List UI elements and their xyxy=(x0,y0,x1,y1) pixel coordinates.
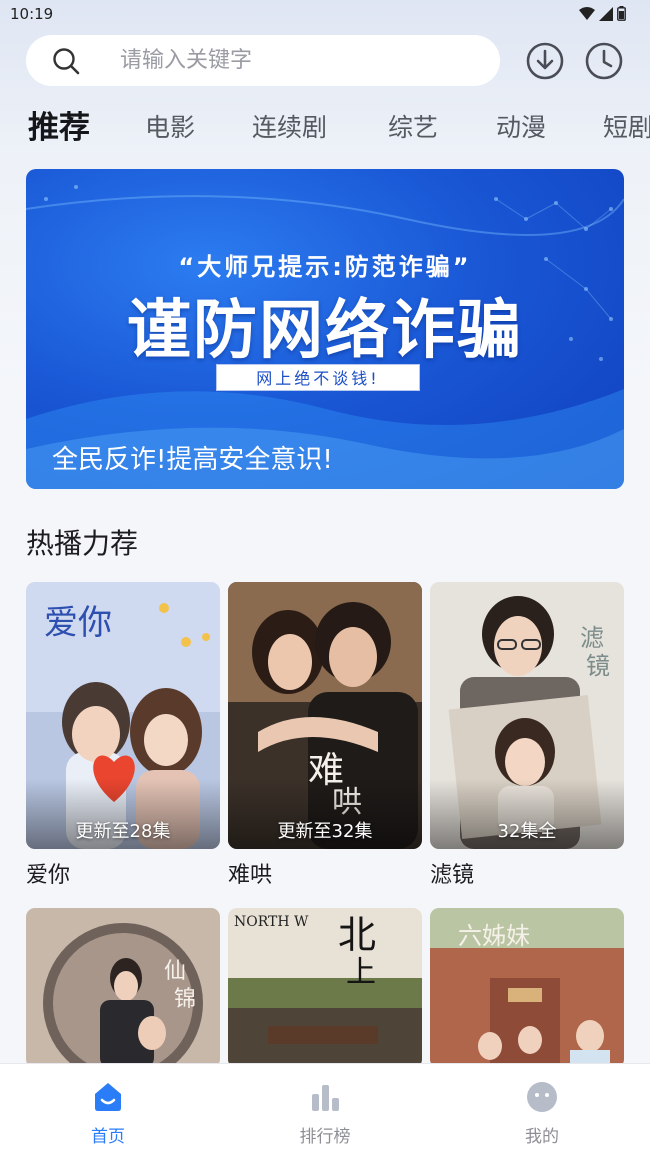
drama-poster[interactable]: NORTH W 北 上 xyxy=(228,908,422,1068)
home-icon xyxy=(95,1083,121,1111)
wifi-icon xyxy=(579,6,595,20)
banner-tag: 网上绝不谈钱! xyxy=(216,364,420,391)
drama-poster[interactable]: 仙 锦 xyxy=(26,908,220,1068)
nav-profile-label: 我的 xyxy=(525,1127,559,1147)
drama-card[interactable]: 滤 镜 32集全 滤镜 xyxy=(430,582,624,889)
search-icon xyxy=(53,48,80,75)
tab-recommend[interactable]: 推荐 xyxy=(28,104,90,152)
tab-anime[interactable]: 动漫 xyxy=(496,104,546,152)
section-title: 热播力荐 xyxy=(26,527,139,560)
category-tabs: 推荐 电影 连续剧 综艺 动漫 短剧 xyxy=(0,104,650,152)
svg-text:仙: 仙 xyxy=(164,959,186,984)
bottom-nav: 首页 排行榜 我的 xyxy=(0,1063,650,1155)
drama-title[interactable]: 难哄 xyxy=(228,857,422,889)
nav-ranking[interactable]: 排行榜 xyxy=(265,1080,385,1147)
svg-text:上: 上 xyxy=(346,955,376,990)
status-icons xyxy=(579,6,626,21)
drama-title[interactable]: 爱你 xyxy=(26,857,220,889)
search-bar[interactable] xyxy=(26,35,500,86)
nav-home[interactable]: 首页 xyxy=(48,1080,168,1147)
download-button[interactable] xyxy=(526,42,564,80)
banner-quote: “大师兄提示:防范诈骗” xyxy=(178,253,472,281)
drama-poster[interactable]: 难 哄 更新至32集 xyxy=(228,582,422,849)
svg-text:爱你: 爱你 xyxy=(44,603,112,643)
banner[interactable]: “大师兄提示:防范诈骗” 谨防网络诈骗 网上绝不谈钱! 全民反诈!提高安全意识! xyxy=(26,169,624,489)
tab-short-drama[interactable]: 短剧 xyxy=(603,104,650,152)
update-status: 更新至32集 xyxy=(277,821,373,842)
svg-text:滤: 滤 xyxy=(580,624,604,652)
signal-icon xyxy=(599,6,613,21)
history-icon xyxy=(585,42,623,80)
status-time: 10:19 xyxy=(10,5,54,23)
drama-title[interactable]: 滤镜 xyxy=(430,857,624,889)
banner-bottom-text: 全民反诈!提高安全意识! xyxy=(52,445,333,475)
svg-text:NORTH W: NORTH W xyxy=(234,914,309,930)
history-button[interactable] xyxy=(585,42,623,80)
tab-variety[interactable]: 综艺 xyxy=(388,104,438,152)
status-bar: 10:19 xyxy=(0,0,650,28)
svg-text:锦: 锦 xyxy=(174,987,196,1012)
svg-text:六姊妹: 六姊妹 xyxy=(458,922,530,950)
drama-poster[interactable]: 六姊妹 xyxy=(430,908,624,1068)
profile-icon xyxy=(527,1082,557,1112)
poster-image: NORTH W 北 上 xyxy=(228,908,422,1068)
tab-series[interactable]: 连续剧 xyxy=(252,104,327,152)
download-icon xyxy=(526,42,564,80)
nav-ranking-label: 排行榜 xyxy=(299,1127,351,1147)
update-status: 32集全 xyxy=(497,821,557,842)
svg-text:北: 北 xyxy=(338,913,376,957)
nav-home-label: 首页 xyxy=(91,1127,125,1147)
drama-card[interactable]: 爱你 更新至28集 爱你 xyxy=(26,582,220,889)
ranking-icon xyxy=(312,1085,339,1111)
drama-card[interactable]: 六姊妹 xyxy=(430,908,624,1068)
nav-profile[interactable]: 我的 xyxy=(482,1080,602,1147)
drama-poster[interactable]: 滤 镜 32集全 xyxy=(430,582,624,849)
poster-image: 六姊妹 xyxy=(430,908,624,1068)
poster-image: 仙 锦 xyxy=(26,908,220,1068)
update-status: 更新至28集 xyxy=(75,821,171,842)
drama-card[interactable]: 仙 锦 xyxy=(26,908,220,1068)
drama-poster[interactable]: 爱你 更新至28集 xyxy=(26,582,220,849)
drama-card[interactable]: NORTH W 北 上 xyxy=(228,908,422,1068)
battery-icon xyxy=(617,6,626,21)
svg-text:镜: 镜 xyxy=(586,652,610,680)
tab-movies[interactable]: 电影 xyxy=(145,104,195,152)
banner-title: 谨防网络诈骗 xyxy=(127,294,523,368)
drama-card[interactable]: 难 哄 更新至32集 难哄 xyxy=(228,582,422,889)
search-input[interactable] xyxy=(120,35,480,86)
